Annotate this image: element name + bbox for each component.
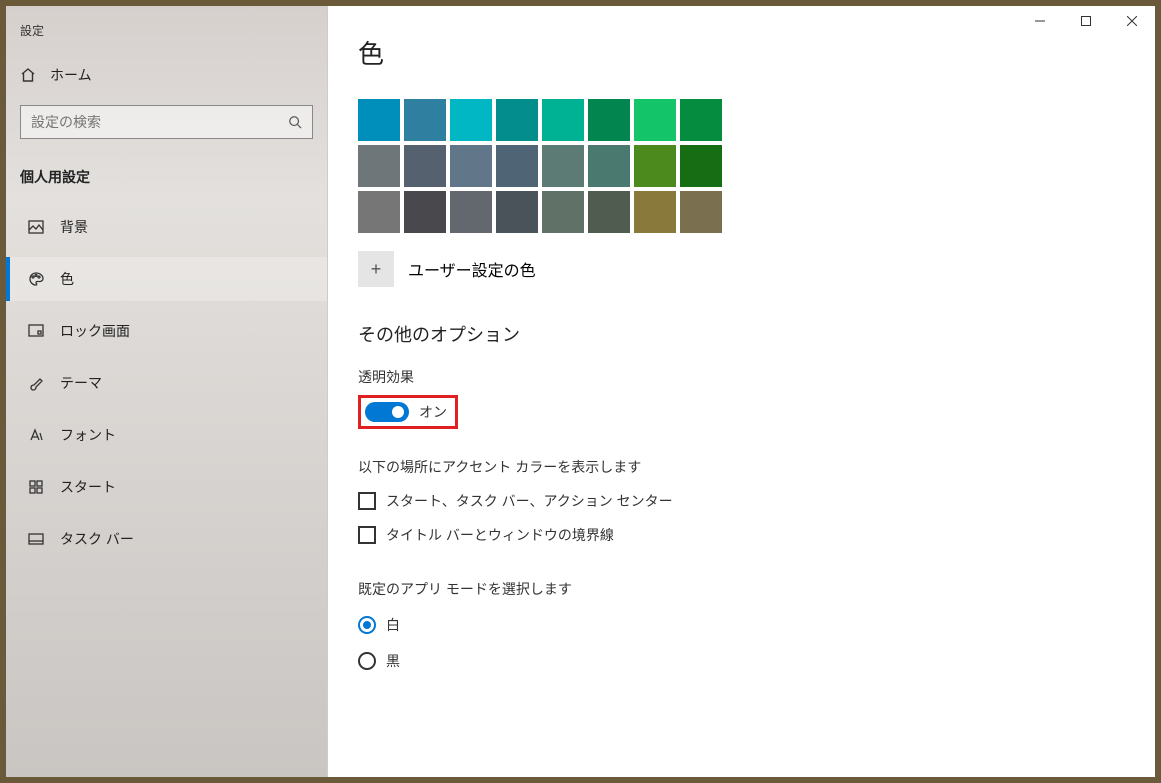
paintbrush-icon [28, 375, 44, 391]
sidebar-item-background[interactable]: 背景 [6, 205, 327, 249]
window-controls [1017, 6, 1155, 36]
plus-icon: + [358, 251, 394, 287]
page-title: 色 [358, 34, 1115, 71]
transparency-state-label: オン [419, 402, 447, 422]
checkbox-label: スタート、タスク バー、アクション センター [386, 491, 673, 511]
sidebar-item-label: 色 [60, 269, 74, 289]
color-swatch[interactable] [496, 99, 538, 141]
sidebar-item-themes[interactable]: テーマ [6, 361, 327, 405]
appmode-heading: 既定のアプリ モードを選択します [358, 579, 1115, 599]
color-swatch[interactable] [588, 145, 630, 187]
color-swatch[interactable] [634, 99, 676, 141]
checkbox-icon [358, 492, 376, 510]
color-swatch[interactable] [496, 145, 538, 187]
custom-color-button[interactable]: + ユーザー設定の色 [358, 251, 1115, 287]
checkbox-icon [358, 526, 376, 544]
home-icon [20, 67, 36, 83]
transparency-label: 透明効果 [358, 367, 1115, 387]
color-swatch[interactable] [542, 145, 584, 187]
radio-label: 白 [386, 615, 400, 635]
accent-color-grid [358, 99, 1115, 233]
sidebar-item-label: ロック画面 [60, 321, 130, 341]
color-swatch[interactable] [680, 99, 722, 141]
home-button[interactable]: ホーム [6, 57, 327, 101]
color-swatch[interactable] [680, 191, 722, 233]
color-swatch[interactable] [542, 191, 584, 233]
checkbox-label: タイトル バーとウィンドウの境界線 [386, 525, 614, 545]
color-swatch[interactable] [404, 99, 446, 141]
home-label: ホーム [50, 65, 92, 85]
settings-window: 設定 ホーム 個人用設定 背景 色 ロック画面 テーマ フォント [6, 6, 1155, 777]
color-swatch[interactable] [680, 145, 722, 187]
sidebar-item-colors[interactable]: 色 [6, 257, 327, 301]
content-pane: 色 + ユーザー設定の色 その他のオプション 透明効果 オン 以下の場所にアクセ… [328, 6, 1155, 777]
accent-check-titlebars[interactable]: タイトル バーとウィンドウの境界線 [358, 525, 1115, 545]
color-swatch[interactable] [450, 145, 492, 187]
transparency-toggle-highlight: オン [358, 395, 458, 429]
font-icon [28, 427, 44, 443]
color-swatch[interactable] [358, 145, 400, 187]
search-box[interactable] [20, 105, 313, 139]
color-swatch[interactable] [404, 145, 446, 187]
sidebar-item-label: タスク バー [60, 529, 134, 549]
color-swatch[interactable] [358, 191, 400, 233]
color-swatch[interactable] [450, 99, 492, 141]
color-swatch[interactable] [588, 191, 630, 233]
taskbar-icon [28, 531, 44, 547]
appmode-radio-light[interactable]: 白 [358, 615, 1115, 635]
color-swatch[interactable] [496, 191, 538, 233]
color-swatch[interactable] [450, 191, 492, 233]
color-swatch[interactable] [358, 99, 400, 141]
minimize-button[interactable] [1017, 6, 1063, 36]
lockscreen-icon [28, 323, 44, 339]
search-input[interactable] [31, 114, 288, 130]
color-swatch[interactable] [634, 145, 676, 187]
sidebar-item-label: スタート [60, 477, 116, 497]
color-swatch[interactable] [588, 99, 630, 141]
radio-icon [358, 652, 376, 670]
accent-check-start-taskbar[interactable]: スタート、タスク バー、アクション センター [358, 491, 1115, 511]
sidebar-item-label: 背景 [60, 217, 88, 237]
accent-heading: 以下の場所にアクセント カラーを表示します [358, 457, 1115, 477]
maximize-button[interactable] [1063, 6, 1109, 36]
transparency-toggle[interactable] [365, 402, 409, 422]
app-title: 設定 [6, 16, 327, 57]
color-swatch[interactable] [404, 191, 446, 233]
color-swatch[interactable] [542, 99, 584, 141]
toggle-knob [392, 406, 404, 418]
sidebar-item-lockscreen[interactable]: ロック画面 [6, 309, 327, 353]
picture-icon [28, 219, 44, 235]
other-options-heading: その他のオプション [358, 321, 1115, 347]
start-icon [28, 479, 44, 495]
custom-color-label: ユーザー設定の色 [408, 257, 536, 281]
sidebar-section-label: 個人用設定 [6, 159, 327, 205]
close-button[interactable] [1109, 6, 1155, 36]
search-icon [288, 115, 302, 129]
sidebar-item-start[interactable]: スタート [6, 465, 327, 509]
palette-icon [28, 271, 44, 287]
sidebar-item-taskbar[interactable]: タスク バー [6, 517, 327, 561]
sidebar-item-label: テーマ [60, 373, 102, 393]
sidebar: 設定 ホーム 個人用設定 背景 色 ロック画面 テーマ フォント [6, 6, 328, 777]
sidebar-item-fonts[interactable]: フォント [6, 413, 327, 457]
sidebar-item-label: フォント [60, 425, 116, 445]
radio-label: 黒 [386, 651, 400, 671]
color-swatch[interactable] [634, 191, 676, 233]
radio-icon [358, 616, 376, 634]
appmode-radio-dark[interactable]: 黒 [358, 651, 1115, 671]
